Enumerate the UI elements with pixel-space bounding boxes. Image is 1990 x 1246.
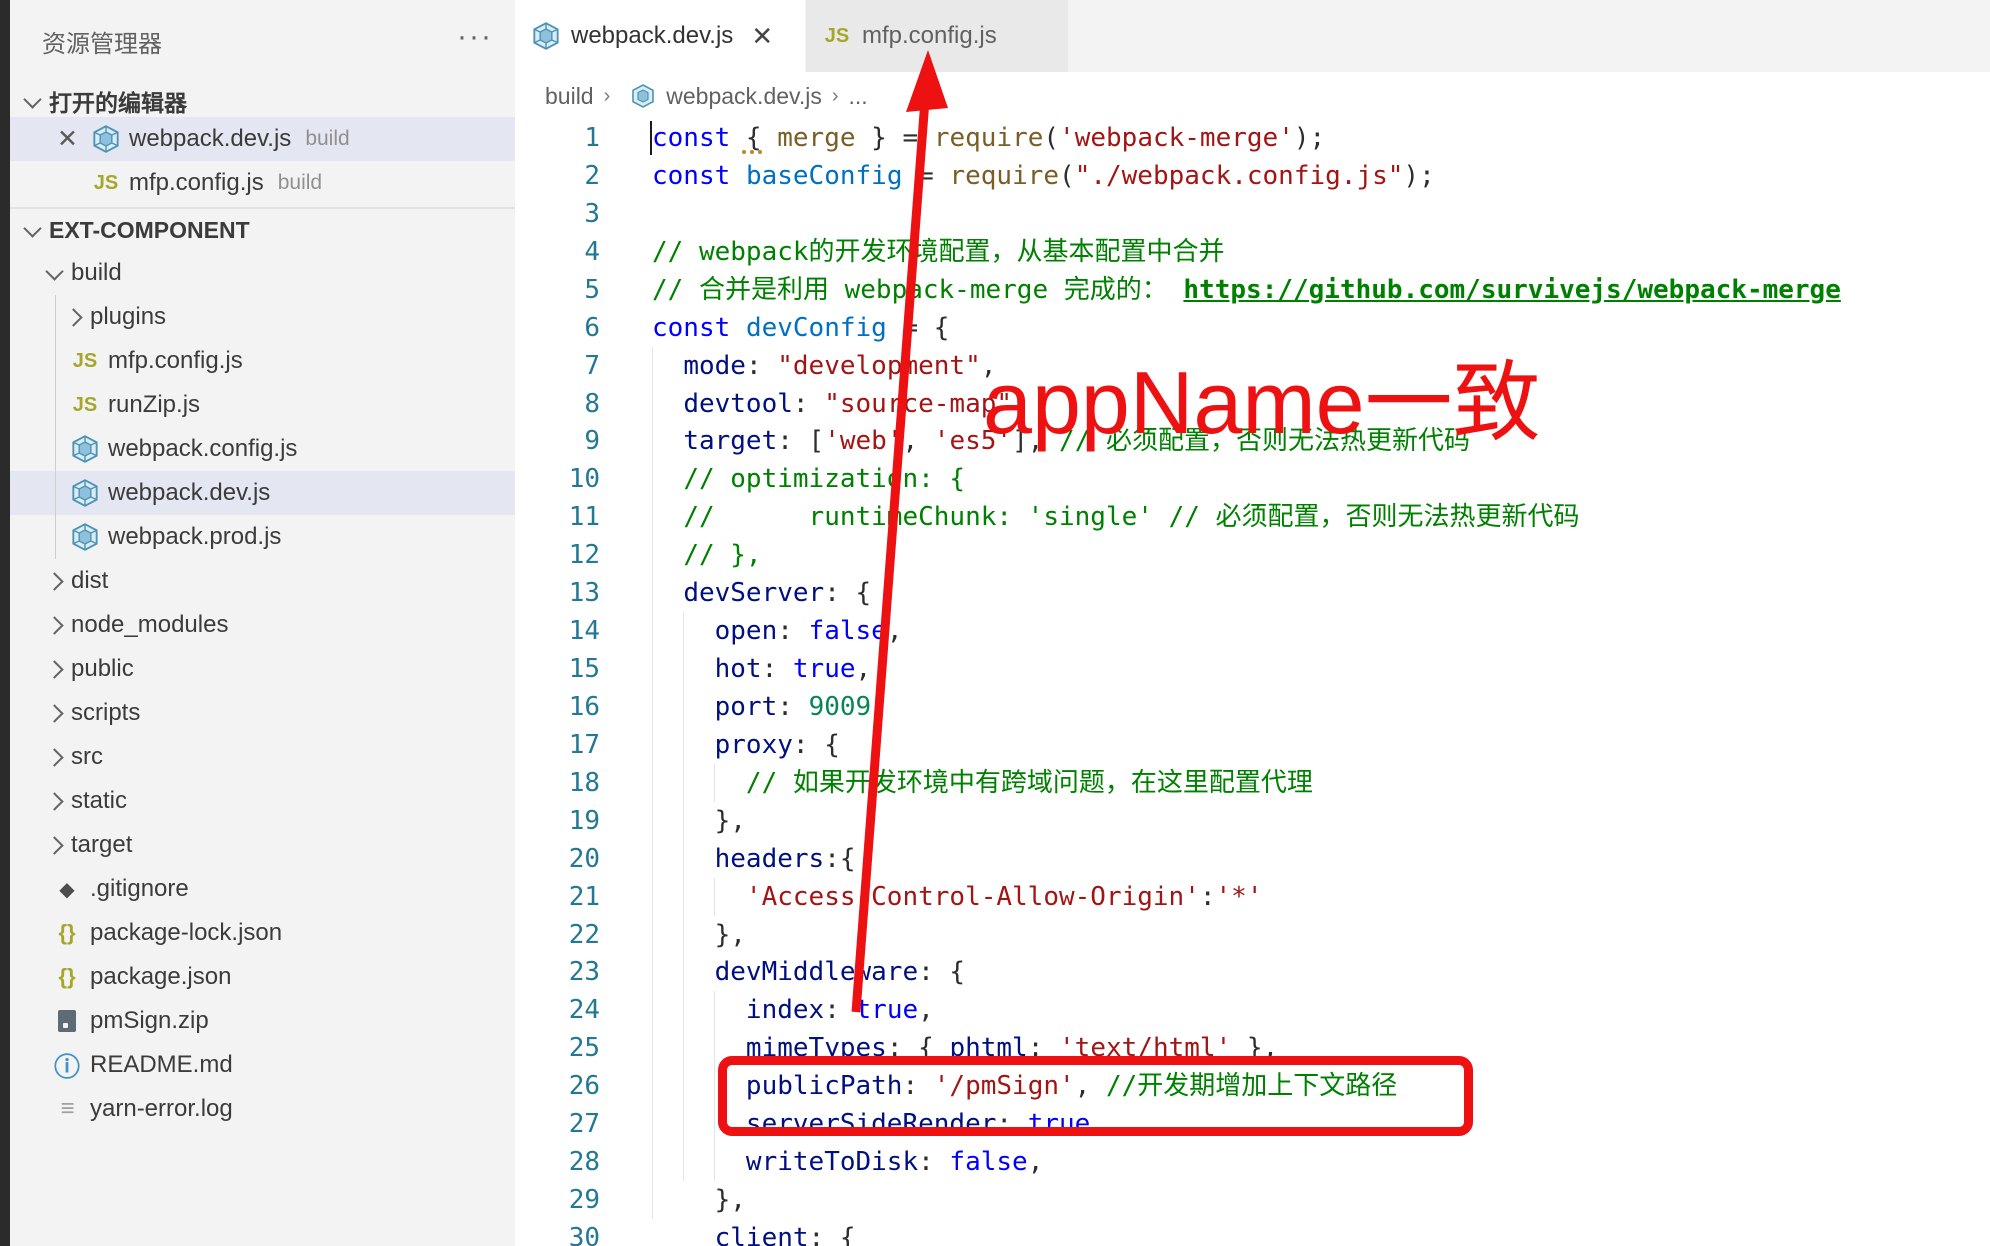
- code-line-8[interactable]: devtool: "source-map",: [652, 385, 1028, 423]
- line-number: 21: [515, 878, 600, 916]
- code-line-30[interactable]: client: {: [652, 1219, 856, 1246]
- code-line-12[interactable]: // },: [652, 536, 762, 574]
- line-number: 13: [515, 574, 600, 612]
- code-line-6[interactable]: const devConfig = {: [652, 309, 949, 347]
- line-number: 12: [515, 536, 600, 574]
- code-line-18[interactable]: // 如果开发环境中有跨域问题，在这里配置代理: [652, 764, 1313, 802]
- line-number: 9: [515, 422, 600, 460]
- code-line-10[interactable]: // optimization: {: [652, 460, 965, 498]
- code-line-11[interactable]: // runtimeChunk: 'single' // 必须配置，否则无法热更…: [652, 498, 1580, 536]
- line-number: 20: [515, 840, 600, 878]
- line-number: 28: [515, 1143, 600, 1181]
- line-number: 24: [515, 991, 600, 1029]
- code-line-16[interactable]: port: 9009,: [652, 688, 887, 726]
- code-line-14[interactable]: open: false,: [652, 612, 903, 650]
- line-number: 29: [515, 1181, 600, 1219]
- annotation-text: appName一致: [983, 355, 1541, 450]
- code-line-29[interactable]: },: [652, 1181, 746, 1219]
- line-number: 2: [515, 157, 600, 195]
- code-line-1[interactable]: const { merge } = require('webpack-merge…: [652, 119, 1325, 157]
- code-line-20[interactable]: headers:{: [652, 840, 856, 878]
- line-number: 25: [515, 1029, 600, 1067]
- line-number: 14: [515, 612, 600, 650]
- line-number: 22: [515, 916, 600, 954]
- code-line-2[interactable]: const baseConfig = require("./webpack.co…: [652, 157, 1435, 195]
- line-number: 1: [515, 119, 600, 157]
- line-number: 16: [515, 688, 600, 726]
- code-line-22[interactable]: },: [652, 916, 746, 954]
- line-number: 19: [515, 802, 600, 840]
- line-number: 11: [515, 498, 600, 536]
- code-line-19[interactable]: },: [652, 802, 746, 840]
- code-line-28[interactable]: writeToDisk: false,: [652, 1143, 1043, 1181]
- vscode-window: 资源管理器 ··· 打开的编辑器 ✕webpack.dev.jsbuildJSm…: [0, 0, 1990, 1246]
- line-number: 18: [515, 764, 600, 802]
- line-number: 30: [515, 1219, 600, 1246]
- code-line-5[interactable]: // 合并是利用 webpack-merge 完成的： https://gith…: [652, 271, 1841, 309]
- code-line-4[interactable]: // webpack的开发环境配置，从基本配置中合并: [652, 233, 1225, 271]
- code-line-13[interactable]: devServer: {: [652, 574, 871, 612]
- line-number: 4: [515, 233, 600, 271]
- line-number: 26: [515, 1067, 600, 1105]
- line-number: 8: [515, 385, 600, 423]
- line-number: 27: [515, 1105, 600, 1143]
- line-number: 6: [515, 309, 600, 347]
- code-line-7[interactable]: mode: "development",: [652, 347, 996, 385]
- code-line-24[interactable]: index: true,: [652, 991, 934, 1029]
- annotation-highlight-box: [718, 1056, 1473, 1136]
- line-number: 23: [515, 953, 600, 991]
- line-number: 5: [515, 271, 600, 309]
- line-number: 17: [515, 726, 600, 764]
- line-number: 10: [515, 460, 600, 498]
- code-line-15[interactable]: hot: true,: [652, 650, 871, 688]
- code-line-23[interactable]: devMiddleware: {: [652, 953, 965, 991]
- line-number: 3: [515, 195, 600, 233]
- code-line-21[interactable]: 'Access-Control-Allow-Origin':'*': [652, 878, 1263, 916]
- code-line-17[interactable]: proxy: {: [652, 726, 840, 764]
- line-number: 7: [515, 347, 600, 385]
- line-number: 15: [515, 650, 600, 688]
